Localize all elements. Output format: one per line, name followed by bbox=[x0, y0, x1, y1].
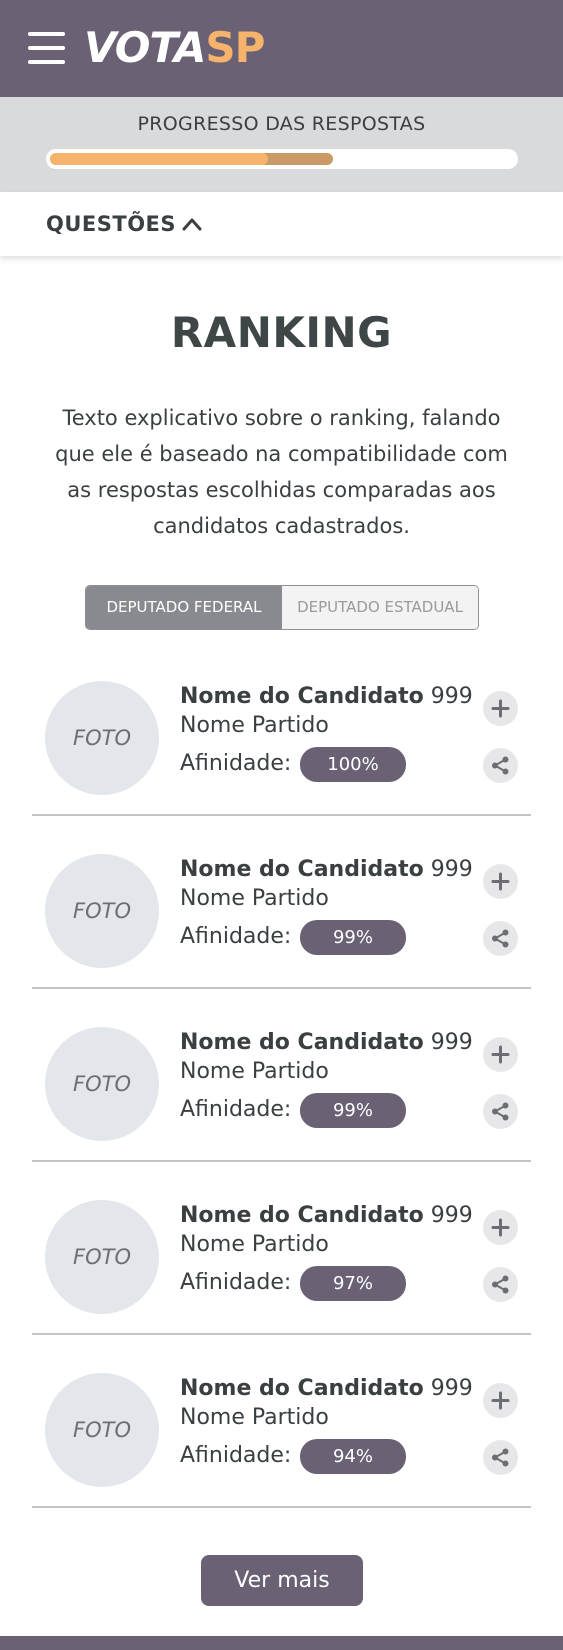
plus-icon bbox=[491, 699, 510, 718]
questions-toggle[interactable]: QUESTÕES bbox=[0, 192, 563, 256]
candidate-name: Nome do Candidato bbox=[180, 1030, 424, 1055]
share-icon bbox=[492, 1102, 509, 1121]
candidate-number: 999 bbox=[430, 1030, 473, 1055]
hamburger-menu-icon[interactable] bbox=[28, 31, 65, 66]
share-icon bbox=[492, 1275, 509, 1294]
progress-title: PROGRESSO DAS RESPOSTAS bbox=[137, 113, 426, 135]
footer-bar bbox=[0, 1636, 563, 1650]
plus-icon bbox=[491, 1391, 510, 1410]
progress-bar-fill bbox=[50, 153, 268, 165]
affinity-badge: 100% bbox=[300, 747, 406, 782]
candidate-name: Nome do Candidato bbox=[180, 1376, 424, 1401]
candidate-name-line: Nome do Candidato 999 bbox=[180, 1203, 473, 1228]
affinity-badge: 99% bbox=[300, 920, 406, 955]
add-candidate-button[interactable] bbox=[483, 1037, 518, 1072]
candidate-card: FOTO Nome do Candidato 999 Nome Partido … bbox=[0, 816, 563, 989]
candidate-name-line: Nome do Candidato 999 bbox=[180, 684, 473, 709]
candidate-card: FOTO Nome do Candidato 999 Nome Partido … bbox=[0, 989, 563, 1162]
candidate-card: FOTO Nome do Candidato 999 Nome Partido … bbox=[0, 643, 563, 816]
add-candidate-button[interactable] bbox=[483, 1383, 518, 1418]
chevron-up-icon bbox=[182, 218, 202, 231]
divider bbox=[32, 1506, 531, 1508]
candidate-number: 999 bbox=[430, 1376, 473, 1401]
affinity-label: Afinidade: bbox=[180, 1443, 292, 1468]
tab-deputado-federal[interactable]: DEPUTADO FEDERAL bbox=[86, 586, 282, 629]
candidate-party: Nome Partido bbox=[180, 1405, 329, 1430]
plus-icon bbox=[491, 1218, 510, 1237]
logo-text-sp: SP bbox=[205, 23, 265, 72]
candidate-card: FOTO Nome do Candidato 999 Nome Partido … bbox=[0, 1335, 563, 1508]
plus-icon bbox=[491, 872, 510, 891]
candidate-name: Nome do Candidato bbox=[180, 684, 424, 709]
candidate-number: 999 bbox=[430, 857, 473, 882]
progress-section: PROGRESSO DAS RESPOSTAS bbox=[0, 97, 563, 192]
add-candidate-button[interactable] bbox=[483, 691, 518, 726]
affinity-label: Afinidade: bbox=[180, 1270, 292, 1295]
share-icon bbox=[492, 756, 509, 775]
candidate-name-line: Nome do Candidato 999 bbox=[180, 857, 473, 882]
tab-deputado-estadual[interactable]: DEPUTADO ESTADUAL bbox=[282, 586, 478, 629]
affinity-label: Afinidade: bbox=[180, 924, 292, 949]
candidate-photo: FOTO bbox=[45, 1200, 159, 1314]
share-button[interactable] bbox=[483, 1267, 518, 1302]
candidate-party: Nome Partido bbox=[180, 1232, 329, 1257]
add-candidate-button[interactable] bbox=[483, 864, 518, 899]
logo-text-vota: VOTA bbox=[84, 23, 206, 72]
candidate-name: Nome do Candidato bbox=[180, 1203, 424, 1228]
affinity-label: Afinidade: bbox=[180, 751, 292, 776]
candidate-name: Nome do Candidato bbox=[180, 857, 424, 882]
office-tabs: DEPUTADO FEDERAL DEPUTADO ESTADUAL bbox=[85, 585, 479, 630]
affinity-label: Afinidade: bbox=[180, 1097, 292, 1122]
candidate-party: Nome Partido bbox=[180, 1059, 329, 1084]
add-candidate-button[interactable] bbox=[483, 1210, 518, 1245]
progress-bar bbox=[46, 149, 518, 169]
questions-toggle-label: QUESTÕES bbox=[46, 212, 177, 236]
candidate-number: 999 bbox=[430, 1203, 473, 1228]
affinity-badge: 99% bbox=[300, 1093, 406, 1128]
share-icon bbox=[492, 929, 509, 948]
affinity-badge: 94% bbox=[300, 1439, 406, 1474]
candidate-name-line: Nome do Candidato 999 bbox=[180, 1376, 473, 1401]
candidate-number: 999 bbox=[430, 684, 473, 709]
see-more-button[interactable]: Ver mais bbox=[201, 1555, 363, 1606]
candidate-name-line: Nome do Candidato 999 bbox=[180, 1030, 473, 1055]
ranking-title: RANKING bbox=[170, 308, 393, 357]
candidate-card: FOTO Nome do Candidato 999 Nome Partido … bbox=[0, 1162, 563, 1335]
candidate-photo: FOTO bbox=[45, 1027, 159, 1141]
plus-icon bbox=[491, 1045, 510, 1064]
share-icon bbox=[492, 1448, 509, 1467]
app-logo[interactable]: VOTASP bbox=[84, 23, 265, 72]
share-button[interactable] bbox=[483, 1094, 518, 1129]
candidate-party: Nome Partido bbox=[180, 886, 329, 911]
ranking-description: Texto explicativo sobre o ranking, falan… bbox=[55, 406, 508, 538]
share-button[interactable] bbox=[483, 748, 518, 783]
top-bar: VOTASP bbox=[0, 0, 563, 97]
share-button[interactable] bbox=[483, 1440, 518, 1475]
affinity-badge: 97% bbox=[300, 1266, 406, 1301]
share-button[interactable] bbox=[483, 921, 518, 956]
candidate-photo: FOTO bbox=[45, 1373, 159, 1487]
candidate-photo: FOTO bbox=[45, 854, 159, 968]
candidate-party: Nome Partido bbox=[180, 713, 329, 738]
candidate-photo: FOTO bbox=[45, 681, 159, 795]
